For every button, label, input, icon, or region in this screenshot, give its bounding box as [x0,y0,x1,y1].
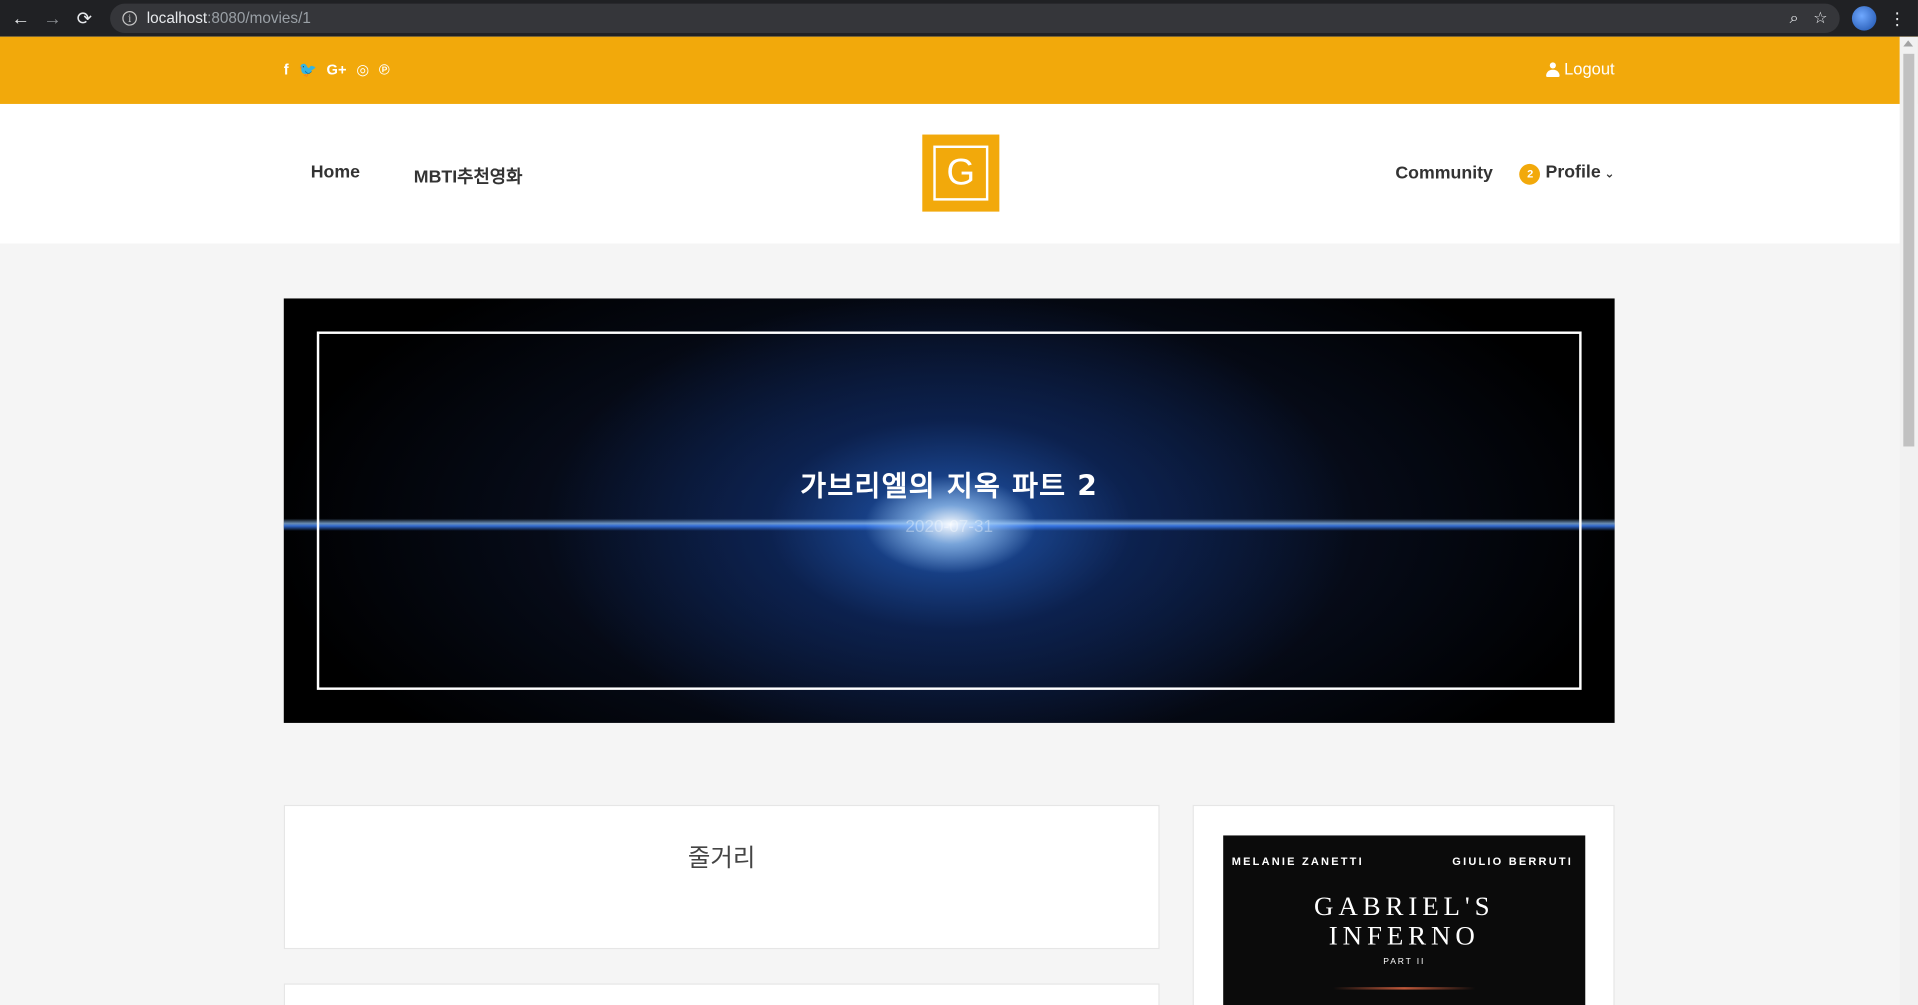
nav-left: Home MBTI추천영화 [311,163,523,189]
logo-letter: G [933,145,989,201]
url-host: localhost [146,9,208,27]
url-path: :8080/movies/1 [207,9,311,27]
movie-title: 가브리엘의 지옥 파트 2 [800,470,1099,503]
scroll-up-icon[interactable] [1903,40,1914,47]
synopsis-heading: 줄거리 [687,842,756,873]
social-links: f 🐦 G+ ◎ ℗ [284,61,390,78]
facebook-icon[interactable]: f [284,61,289,78]
top-bar: f 🐦 G+ ◎ ℗ Logout [0,36,1918,104]
release-date: 2020-07-31 [905,516,994,536]
movie-poster: MELANIE ZANETTI GIULIO BERRUTI GABRIEL'S… [1223,835,1586,1005]
hero-banner: 가브리엘의 지옥 파트 2 2020-07-31 [283,298,1615,723]
poster-actor-right: GIULIO BERRUTI [1452,855,1574,868]
site-logo[interactable]: G [922,134,1000,212]
logout-link[interactable]: Logout [1545,59,1615,79]
scrollbar-thumb[interactable] [1903,53,1915,447]
user-icon [1545,61,1560,77]
secondary-card [283,983,1160,1005]
profile-badge: 2 [1519,163,1541,185]
logout-label: Logout [1564,59,1615,79]
google-plus-icon[interactable]: G+ [327,61,347,78]
nav-home[interactable]: Home [311,163,360,189]
poster-title-line2: INFERNO [1328,919,1480,951]
zoom-icon[interactable]: ⌕ [1790,9,1799,29]
reload-icon[interactable]: ⟳ [71,5,98,32]
synopsis-card: 줄거리 [283,804,1160,950]
info-icon[interactable]: i [122,11,137,26]
nav-mbti[interactable]: MBTI추천영화 [414,163,523,189]
scrollbar[interactable] [1899,36,1918,1005]
poster-glow [1333,987,1476,990]
poster-card: MELANIE ZANETTI GIULIO BERRUTI GABRIEL'S… [1192,804,1615,1005]
main-nav: Home MBTI추천영화 G Community 2 Profile ⌄ [0,103,1918,244]
nav-profile[interactable]: 2 Profile ⌄ [1519,162,1615,185]
profile-label: Profile [1545,162,1601,183]
chevron-down-icon: ⌄ [1604,167,1615,182]
pinterest-icon[interactable]: ℗ [379,61,390,78]
viewport: ← → ⟳ i localhost:8080/movies/1 ⌕ ☆ ⋮ f … [0,0,1918,1005]
poster-actors: MELANIE ZANETTI GIULIO BERRUTI [1223,835,1585,867]
poster-title: GABRIEL'S INFERNO [1223,890,1585,951]
back-icon[interactable]: ← [7,5,34,32]
forward-icon[interactable]: → [39,5,66,32]
hero-frame [316,331,1582,690]
twitter-icon[interactable]: 🐦 [298,61,316,78]
nav-right: Community 2 Profile ⌄ [1395,162,1615,185]
browser-toolbar: ← → ⟳ i localhost:8080/movies/1 ⌕ ☆ ⋮ [0,0,1918,37]
poster-actor-left: MELANIE ZANETTI [1231,855,1364,868]
address-bar[interactable]: i localhost:8080/movies/1 ⌕ ☆ [110,3,1840,34]
nav-community[interactable]: Community [1395,164,1493,184]
menu-icon[interactable]: ⋮ [1889,8,1906,29]
poster-subtitle: PART II [1383,957,1426,967]
instagram-icon[interactable]: ◎ [356,61,369,78]
star-icon[interactable]: ☆ [1813,9,1827,29]
poster-title-line1: GABRIEL'S [1314,890,1495,922]
profile-avatar[interactable] [1851,6,1877,31]
